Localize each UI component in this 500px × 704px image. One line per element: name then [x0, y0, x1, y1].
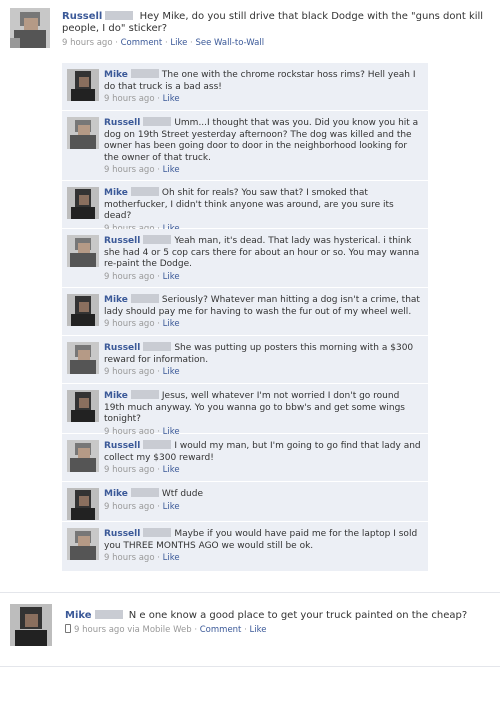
- comment-item: Russell Maybe if you would have paid me f…: [62, 522, 428, 572]
- comment-link[interactable]: Comment: [200, 625, 242, 635]
- comment-like-link[interactable]: Like: [163, 465, 180, 475]
- comment-like-link[interactable]: Like: [163, 94, 180, 104]
- comment-item: Mike Wtf dude 9 hours ago · Like: [62, 482, 428, 522]
- comment-like-link[interactable]: Like: [163, 553, 180, 563]
- comment-link[interactable]: Comment: [121, 38, 163, 48]
- post-meta: 9 hours ago · Comment · Like · See Wall-…: [62, 38, 265, 48]
- comment-time: 9 hours ago: [104, 465, 155, 475]
- comment-like-link[interactable]: Like: [163, 272, 180, 282]
- avatar-russell[interactable]: [67, 117, 99, 149]
- comment-time: 9 hours ago: [104, 94, 155, 104]
- comment-item: Mike The one with the chrome rockstar hos…: [62, 63, 428, 111]
- comment-author[interactable]: Russell: [104, 118, 140, 128]
- comment-author[interactable]: Mike: [104, 295, 128, 305]
- divider: [0, 666, 500, 667]
- comment-author[interactable]: Mike: [104, 70, 128, 80]
- post-time: 9 hours ago: [62, 38, 113, 48]
- redaction-bar: [143, 117, 172, 126]
- redaction-bar: [130, 187, 159, 196]
- comment-item: Russell Yeah man, it's dead. That lady wa…: [62, 229, 428, 288]
- avatar-russell[interactable]: [67, 528, 99, 560]
- comment-time: 9 hours ago: [104, 367, 155, 377]
- redaction-bar: [130, 69, 159, 78]
- comment-item: Russell I would my man, but I'm going to …: [62, 434, 428, 482]
- comment-item: Mike Seriously? Whatever man hitting a do…: [62, 288, 428, 336]
- redaction-bar: [130, 390, 159, 399]
- divider: [0, 592, 500, 593]
- redaction-bar: [143, 235, 172, 244]
- avatar-mike[interactable]: [67, 187, 99, 219]
- wall-to-wall-link[interactable]: See Wall-to-Wall: [195, 38, 264, 48]
- wall-post-bottom: Mike N e one know a good place to get yo…: [10, 598, 494, 648]
- comment-author[interactable]: Russell: [104, 529, 140, 539]
- post-author[interactable]: Mike: [65, 610, 92, 621]
- comment-author[interactable]: Mike: [104, 188, 128, 198]
- comment-time: 9 hours ago: [104, 165, 155, 175]
- avatar-russell[interactable]: [67, 342, 99, 374]
- comment-author[interactable]: Russell: [104, 343, 140, 353]
- avatar-mike[interactable]: [67, 488, 99, 520]
- redaction-bar: [130, 488, 159, 497]
- comment-time: 9 hours ago: [104, 501, 155, 512]
- comment-time: 9 hours ago: [104, 319, 155, 329]
- redaction-bar: [94, 610, 123, 619]
- like-link[interactable]: Like: [250, 625, 267, 635]
- redaction-bar: [143, 342, 172, 351]
- comment-time: 9 hours ago: [104, 553, 155, 563]
- comment-time: 9 hours ago: [104, 271, 155, 282]
- comment-author[interactable]: Russell: [104, 441, 140, 451]
- post-text: N e one know a good place to get your tr…: [128, 610, 468, 621]
- comment-like-link[interactable]: Like: [163, 165, 180, 175]
- redaction-bar: [143, 440, 172, 449]
- mobile-phone-icon: [65, 624, 71, 633]
- comment-item: Russell She was putting up posters this m…: [62, 336, 428, 384]
- comment-item: Mike Jesus, well whatever I'm not worried…: [62, 384, 428, 437]
- avatar-russell[interactable]: [10, 8, 50, 48]
- avatar-mike[interactable]: [10, 604, 52, 646]
- wall-post-top: Russell Hey Mike, do you still drive tha…: [10, 8, 494, 60]
- comment-author[interactable]: Mike: [104, 391, 128, 401]
- post-author[interactable]: Russell: [62, 11, 102, 22]
- comment-thread: Mike The one with the chrome rockstar hos…: [62, 63, 428, 572]
- post-time: 9 hours ago via Mobile Web: [74, 625, 192, 635]
- avatar-mike[interactable]: [67, 294, 99, 326]
- avatar-russell[interactable]: [67, 235, 99, 267]
- comment-text: Wtf dude: [161, 489, 204, 499]
- comment-item: Russell Umm...I thought that was you. Did…: [62, 111, 428, 181]
- comment-like-link[interactable]: Like: [163, 319, 180, 329]
- redaction-bar: [105, 11, 134, 20]
- comment-author[interactable]: Mike: [104, 489, 128, 499]
- comment-like-link[interactable]: Like: [163, 367, 180, 377]
- avatar-russell[interactable]: [67, 440, 99, 472]
- comment-like-link[interactable]: Like: [163, 502, 180, 512]
- like-link[interactable]: Like: [170, 38, 187, 48]
- avatar-mike[interactable]: [67, 69, 99, 101]
- comment-author[interactable]: Russell: [104, 236, 140, 246]
- redaction-bar: [143, 528, 172, 537]
- redaction-bar: [130, 294, 159, 303]
- avatar-mike[interactable]: [67, 390, 99, 422]
- comment-item: Mike Oh shit for reals? You saw that? I s…: [62, 181, 428, 234]
